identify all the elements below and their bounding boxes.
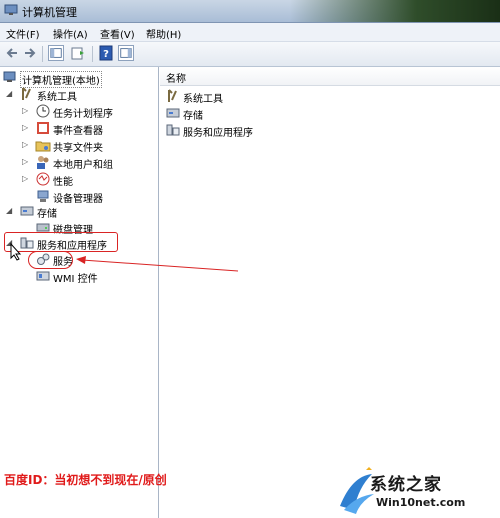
details-pane: 名称 系统工具 存储 服务和应用程序	[160, 67, 500, 518]
tree-root-computer-management[interactable]: 计算机管理(本地)	[2, 69, 152, 88]
tree-item-storage[interactable]: ◢ 存储	[6, 203, 154, 220]
menu-help[interactable]: 帮助(H)	[146, 26, 181, 41]
tools-icon	[22, 87, 31, 100]
tree-item-shared-folders[interactable]: ▷ 共享文件夹	[22, 137, 156, 154]
event-viewer-icon	[37, 122, 49, 134]
svg-text:?: ?	[103, 49, 109, 60]
wmi-control-icon	[36, 271, 50, 281]
menu-bar: 文件(F) 操作(A) 查看(V) 帮助(H)	[0, 23, 500, 42]
tree-label: 性能	[53, 177, 73, 188]
title-bar: 计算机管理	[0, 0, 500, 23]
tree-label: 事件查看器	[53, 126, 103, 137]
annotation-highlight-oval	[28, 251, 73, 269]
tree-item-local-users[interactable]: ▷ 本地用户和组	[22, 154, 156, 171]
properties-icon[interactable]	[70, 45, 86, 61]
device-manager-icon	[37, 190, 49, 202]
toolbar: ?	[0, 42, 500, 67]
show-hide-action-pane-icon[interactable]	[118, 45, 134, 61]
list-item-label: 服务和应用程序	[183, 128, 253, 139]
list-item-label: 存储	[183, 111, 203, 122]
collapsed-triangle-icon[interactable]: ▷	[22, 174, 31, 183]
storage-icon	[20, 206, 34, 216]
collapsed-triangle-icon[interactable]: ▷	[22, 123, 31, 132]
menu-action[interactable]: 操作(A)	[53, 26, 88, 41]
services-applications-icon	[166, 124, 180, 136]
tree-item-device-manager[interactable]: 设备管理器	[22, 188, 156, 205]
forward-arrow-icon[interactable]	[22, 45, 38, 61]
logo-sub-text: Win10net.com	[376, 496, 466, 509]
clock-icon	[36, 104, 50, 118]
tree-label: 本地用户和组	[53, 160, 113, 171]
tree-label: 任务计划程序	[53, 109, 113, 120]
tree-label: 系统工具	[37, 92, 77, 103]
site-logo: 系统之家 Win10net.com	[336, 466, 500, 518]
toolbar-separator	[92, 46, 93, 62]
annotation-arrow	[76, 256, 239, 272]
computer-management-icon	[4, 4, 18, 15]
tools-icon	[168, 89, 177, 102]
column-header-label: 名称	[166, 74, 186, 85]
toolbar-separator	[42, 46, 43, 62]
users-icon	[37, 156, 49, 169]
help-icon[interactable]: ?	[98, 45, 114, 61]
collapsed-triangle-icon[interactable]: ▷	[22, 106, 31, 115]
list-item-label: 系统工具	[183, 94, 223, 105]
tree-item-task-scheduler[interactable]: ▷ 任务计划程序	[22, 103, 156, 120]
performance-icon	[36, 172, 50, 186]
mouse-cursor-icon	[10, 243, 22, 261]
computer-management-icon	[3, 71, 16, 82]
tree-item-system-tools[interactable]: ◢ 系统工具	[6, 86, 154, 103]
back-arrow-icon[interactable]	[4, 45, 20, 61]
title-bar-background	[290, 0, 500, 22]
show-hide-console-tree-icon[interactable]	[48, 45, 64, 61]
storage-icon	[166, 108, 180, 118]
tree-label: 存储	[37, 209, 57, 220]
collapsed-triangle-icon[interactable]: ▷	[22, 140, 31, 149]
menu-file[interactable]: 文件(F)	[6, 26, 40, 41]
watermark-text: 百度ID：当初想不到现在/原创	[4, 473, 167, 487]
collapsed-triangle-icon[interactable]: ▷	[22, 157, 31, 166]
menu-view[interactable]: 查看(V)	[100, 26, 135, 41]
tree-item-event-viewer[interactable]: ▷ 事件查看器	[22, 120, 156, 137]
expanded-triangle-icon[interactable]: ◢	[6, 89, 15, 98]
tree-label: 共享文件夹	[53, 143, 103, 154]
expanded-triangle-icon[interactable]: ◢	[6, 206, 15, 215]
logo-main-text: 系统之家	[370, 475, 442, 495]
tree-item-performance[interactable]: ▷ 性能	[22, 171, 156, 188]
shared-folder-icon	[35, 141, 51, 152]
column-header-name[interactable]: 名称	[160, 67, 500, 86]
console-tree: 计算机管理(本地) ◢ 系统工具 ▷ 任务计划程序 ▷ 事件查看器 ▷ 共享文件…	[0, 67, 159, 518]
window-title: 计算机管理	[22, 6, 77, 19]
